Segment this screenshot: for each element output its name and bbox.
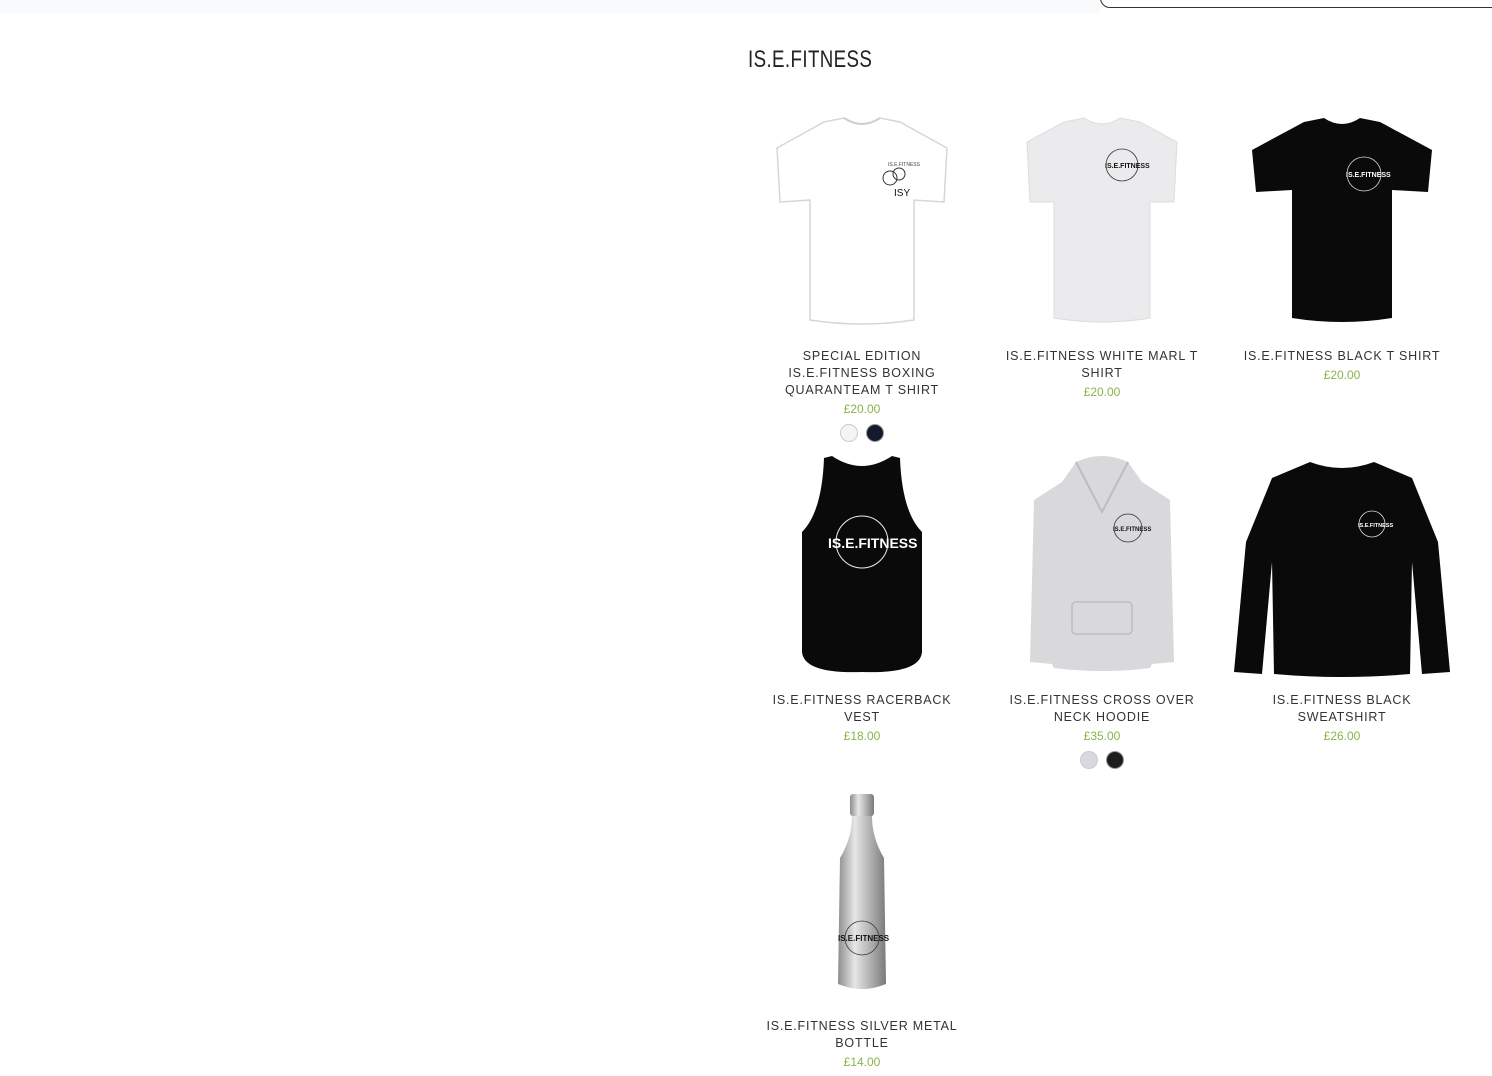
svg-text:ISY: ISY [894, 188, 910, 199]
svg-text:IS.E.FITNESS: IS.E.FITNESS [1346, 172, 1391, 179]
white-tshirt-image: IS.E.FITNESS ISY [776, 117, 948, 325]
product-card[interactable]: IS.E.FITNESS IS.E.FITNESS SILVER METAL B… [742, 780, 982, 1069]
product-name[interactable]: SPECIAL EDITION IS.E.FITNESS BOXING QUAR… [757, 348, 967, 399]
svg-text:IS.E.FITNESS: IS.E.FITNESS [1358, 523, 1393, 529]
product-image[interactable]: IS.E.FITNESS [982, 450, 1222, 680]
swatch-black[interactable] [1106, 751, 1124, 769]
black-sweatshirt-image: IS.E.FITNESS [1234, 462, 1450, 677]
swatch-grey[interactable] [1080, 751, 1098, 769]
product-image[interactable]: IS.E.FITNESS [1222, 450, 1462, 680]
color-swatches [1080, 751, 1124, 771]
product-price: £14.00 [843, 1055, 881, 1069]
product-price: £20.00 [843, 402, 881, 416]
grey-hoodie-image: IS.E.FITNESS [1030, 456, 1174, 671]
product-name[interactable]: IS.E.FITNESS BLACK T SHIRT [1237, 348, 1447, 365]
product-price: £18.00 [843, 729, 881, 743]
product-image[interactable]: IS.E.FITNESS [742, 780, 982, 1006]
svg-text:IS.E.FITNESS: IS.E.FITNESS [888, 162, 921, 168]
product-card[interactable]: IS.E.FITNESS IS.E.FITNESS BLACK SWEATSHI… [1222, 450, 1462, 780]
black-tshirt-image: IS.E.FITNESS [1252, 118, 1432, 322]
product-image[interactable]: IS.E.FITNESS ISY [742, 104, 982, 336]
product-card[interactable]: IS.E.FITNESS IS.E.FITNESS RACERBACK VEST… [742, 450, 982, 780]
product-price: £35.00 [1083, 729, 1121, 743]
product-price: £20.00 [1323, 368, 1361, 382]
product-name[interactable]: IS.E.FITNESS RACERBACK VEST [757, 692, 967, 726]
product-card[interactable]: IS.E.FITNESS IS.E.FITNESS BLACK T SHIRT … [1222, 104, 1462, 450]
white-marl-tshirt-image: IS.E.FITNESS [1026, 117, 1178, 323]
product-price: £26.00 [1323, 729, 1361, 743]
svg-text:IS.E.FITNESS: IS.E.FITNESS [838, 934, 890, 943]
product-image[interactable]: IS.E.FITNESS [1222, 104, 1462, 336]
product-name[interactable]: IS.E.FITNESS CROSS OVER NECK HOODIE [997, 692, 1207, 726]
product-image[interactable]: IS.E.FITNESS [982, 104, 1222, 336]
svg-text:IS.E.FITNESS: IS.E.FITNESS [1105, 163, 1150, 170]
swatch-white[interactable] [840, 424, 858, 442]
black-vest-image: IS.E.FITNESS [802, 456, 922, 673]
svg-text:IS.E.FITNESS: IS.E.FITNESS [828, 535, 917, 551]
color-swatches [840, 424, 884, 444]
product-grid: IS.E.FITNESS ISY SPECIAL EDITION IS.E.FI… [742, 104, 1462, 1069]
product-name[interactable]: IS.E.FITNESS BLACK SWEATSHIRT [1237, 692, 1447, 726]
product-card[interactable]: IS.E.FITNESS IS.E.FITNESS CROSS OVER NEC… [982, 450, 1222, 780]
search-input[interactable] [1100, 0, 1492, 8]
product-name[interactable]: IS.E.FITNESS WHITE MARL T SHIRT [997, 348, 1207, 382]
top-header-bar [0, 0, 1100, 14]
swatch-navy[interactable] [866, 424, 884, 442]
product-card[interactable]: IS.E.FITNESS ISY SPECIAL EDITION IS.E.FI… [742, 104, 982, 450]
product-card[interactable]: IS.E.FITNESS IS.E.FITNESS WHITE MARL T S… [982, 104, 1222, 450]
svg-text:IS.E.FITNESS: IS.E.FITNESS [1113, 527, 1151, 533]
silver-bottle-image: IS.E.FITNESS [838, 794, 890, 989]
product-image[interactable]: IS.E.FITNESS [742, 450, 982, 680]
product-name[interactable]: IS.E.FITNESS SILVER METAL BOTTLE [757, 1018, 967, 1052]
product-price: £20.00 [1083, 385, 1121, 399]
page-title: IS.E.FITNESS [748, 46, 873, 73]
